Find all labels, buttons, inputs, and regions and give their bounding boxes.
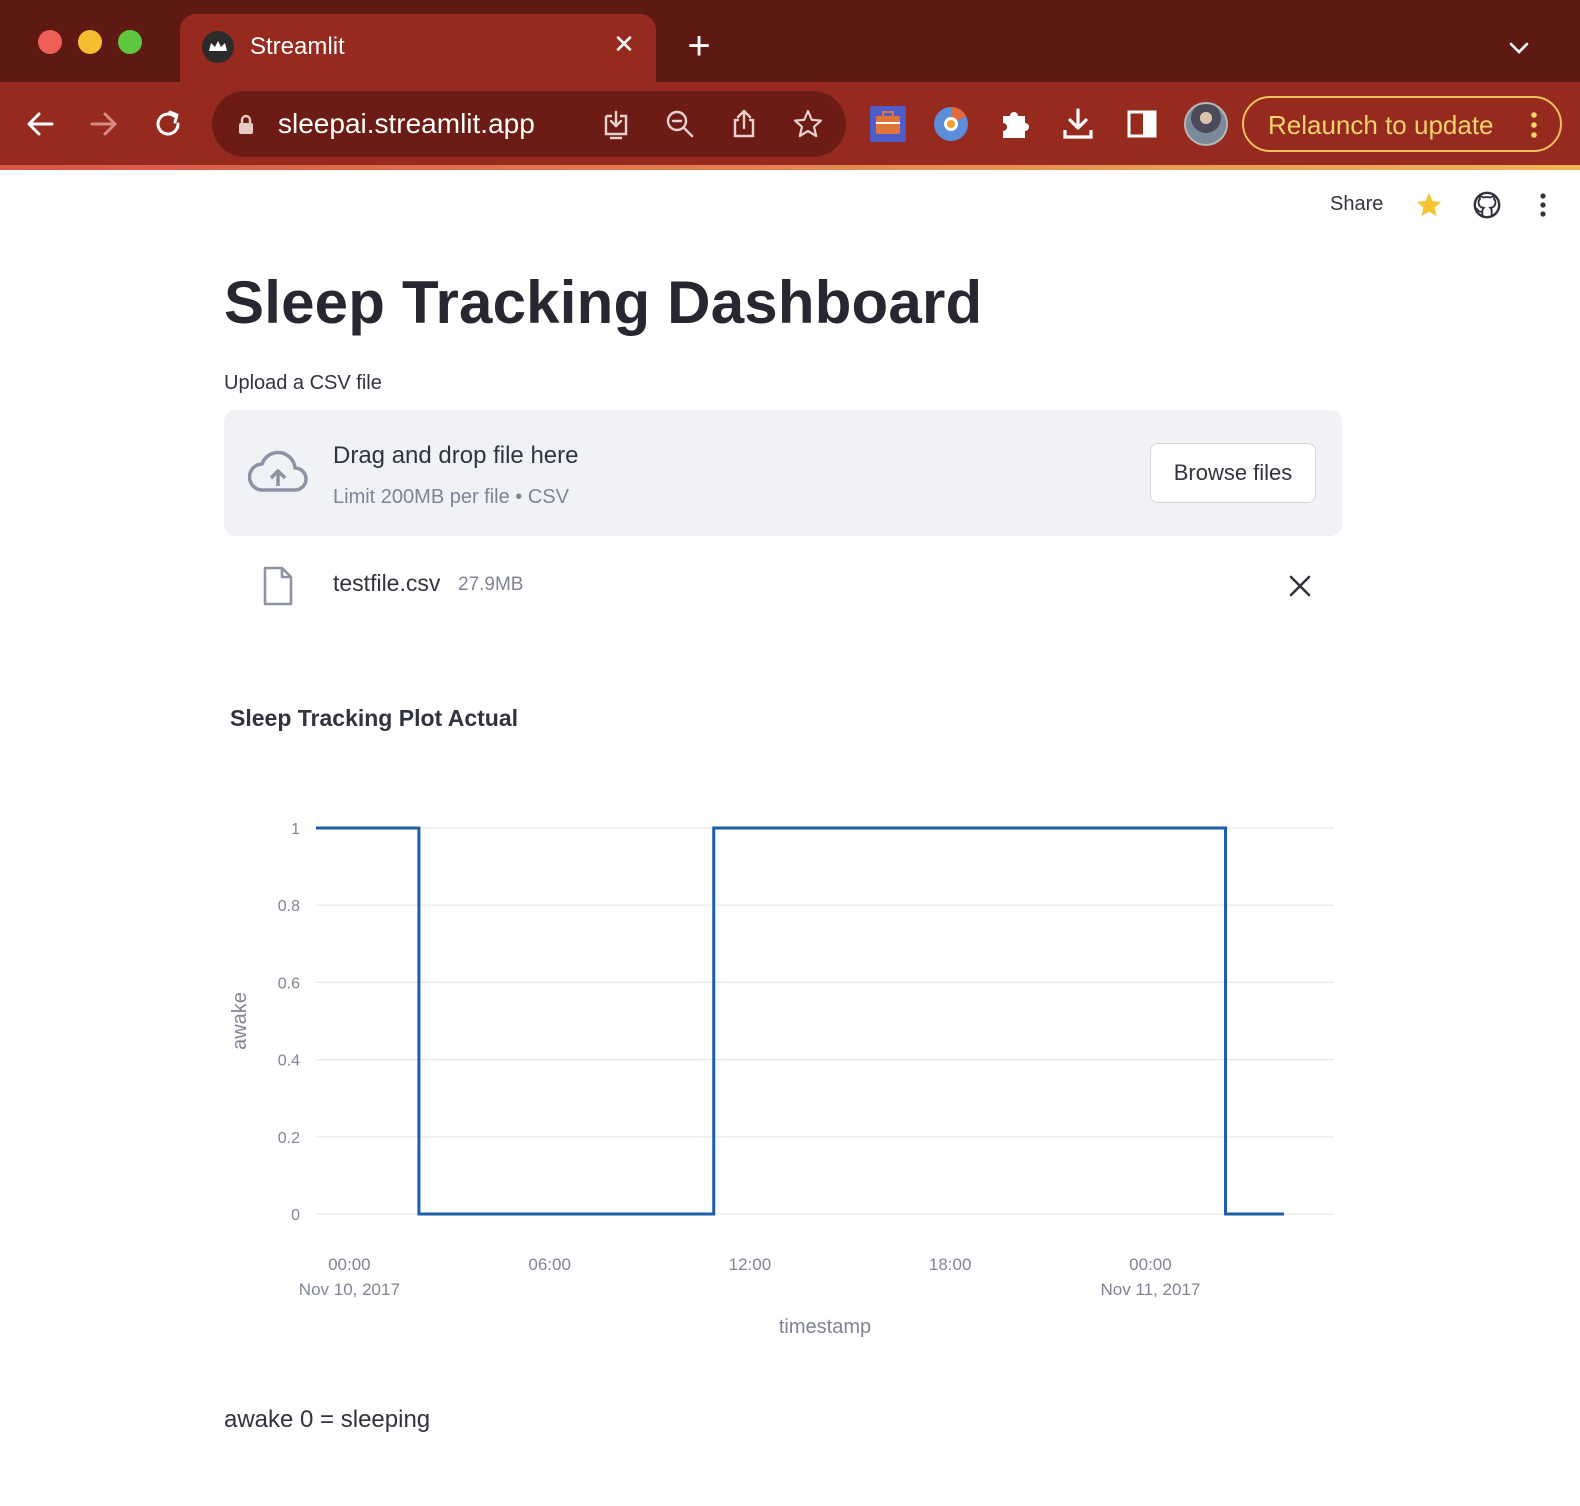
app-menu-icon[interactable] xyxy=(1534,190,1552,220)
relaunch-to-update-button[interactable]: Relaunch to update xyxy=(1242,96,1562,152)
dropzone-limit-text: Limit 200MB per file • CSV xyxy=(333,486,569,508)
file-dropzone[interactable]: Drag and drop file here Limit 200MB per … xyxy=(224,410,1342,536)
x-tick-label: 06:00 xyxy=(528,1255,571,1274)
y-tick-label: 0.2 xyxy=(278,1130,300,1147)
sleep-tracking-chart[interactable]: 0 0.2 0.4 0.6 0.8 1 00:00 Nov 10, 2017 06:00 12:0… xyxy=(220,790,1360,1360)
toolbar-accent-line xyxy=(0,165,1580,170)
streamlit-favicon-icon xyxy=(202,31,234,63)
close-window-button[interactable] xyxy=(38,30,62,54)
series-line xyxy=(316,826,1284,1216)
back-icon[interactable] xyxy=(20,104,60,144)
new-tab-button[interactable]: + xyxy=(682,26,716,66)
favorite-star-icon[interactable] xyxy=(1414,190,1444,220)
tab-title: Streamlit xyxy=(250,33,345,60)
bookmark-star-icon[interactable] xyxy=(792,108,824,140)
upload-label: Upload a CSV file xyxy=(224,372,382,394)
share-page-icon[interactable] xyxy=(728,108,760,140)
uploaded-file-size: 27.9MB xyxy=(458,574,524,595)
cloud-upload-icon xyxy=(247,450,308,496)
page-title: Sleep Tracking Dashboard xyxy=(224,269,983,336)
forward-icon[interactable] xyxy=(84,104,124,144)
github-icon[interactable] xyxy=(1472,190,1502,220)
maximize-window-button[interactable] xyxy=(118,30,142,54)
dropzone-instructions: Drag and drop file here xyxy=(333,442,579,469)
x-tick-date-label: Nov 10, 2017 xyxy=(299,1280,400,1299)
browse-files-button[interactable]: Browse files xyxy=(1150,443,1316,503)
install-app-icon[interactable] xyxy=(600,108,632,140)
relaunch-label: Relaunch to update xyxy=(1268,110,1494,140)
reload-icon[interactable] xyxy=(148,104,188,144)
url-text[interactable]: sleepai.streamlit.app xyxy=(278,108,535,140)
browser-tab-streamlit[interactable]: Streamlit ✕ xyxy=(180,14,656,82)
x-tick-label: 12:00 xyxy=(729,1255,772,1274)
x-axis-label: timestamp xyxy=(779,1316,871,1338)
x-tick-date-label: Nov 11, 2017 xyxy=(1100,1280,1200,1299)
address-bar[interactable]: sleepai.streamlit.app xyxy=(212,91,846,157)
lock-icon[interactable] xyxy=(236,113,256,135)
y-tick-label: 0.4 xyxy=(278,1053,300,1070)
close-tab-icon[interactable]: ✕ xyxy=(610,28,638,60)
remove-file-close-icon[interactable] xyxy=(1286,572,1314,600)
share-button[interactable]: Share xyxy=(1330,193,1383,216)
uploaded-file-name: testfile.csv xyxy=(333,570,441,596)
tab-search-chevron-icon[interactable] xyxy=(1503,32,1535,64)
briefcase-extension-icon[interactable] xyxy=(868,104,908,144)
legend-note: awake 0 = sleeping xyxy=(224,1406,431,1433)
y-axis-label: awake xyxy=(229,992,251,1050)
side-panel-icon[interactable] xyxy=(1122,104,1162,144)
puzzle-extensions-icon[interactable] xyxy=(995,104,1035,144)
profile-avatar[interactable] xyxy=(1184,102,1228,146)
chromium-extension-icon[interactable] xyxy=(931,104,971,144)
x-tick-label: 18:00 xyxy=(929,1255,972,1274)
file-icon xyxy=(262,566,294,606)
minimize-window-button[interactable] xyxy=(78,30,102,54)
y-tick-label: 0.8 xyxy=(278,898,300,915)
chart-heading: Sleep Tracking Plot Actual xyxy=(230,705,519,731)
x-tick-label: 00:00 xyxy=(1129,1255,1172,1274)
y-tick-label: 0 xyxy=(291,1207,300,1224)
kebab-menu-icon[interactable] xyxy=(1526,110,1542,140)
x-tick-label: 00:00 xyxy=(328,1255,371,1274)
downloads-icon[interactable] xyxy=(1058,104,1098,144)
zoom-icon[interactable] xyxy=(664,108,696,140)
browser-tab-bar: Streamlit ✕ + xyxy=(0,0,1580,82)
browser-toolbar: sleepai.streamlit.app Relaunch to update xyxy=(0,82,1580,168)
y-tick-label: 0.6 xyxy=(278,975,300,992)
y-tick-label: 1 xyxy=(291,821,300,838)
